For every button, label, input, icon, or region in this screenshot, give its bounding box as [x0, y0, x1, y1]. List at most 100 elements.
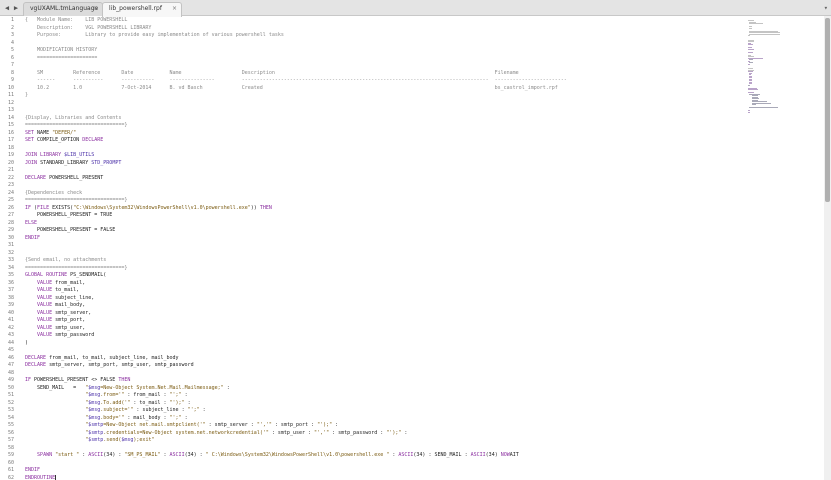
code-line: ENDROUTINE — [25, 474, 57, 480]
code-token: "DEFER/" — [52, 129, 77, 136]
code-line: ELSE — [25, 220, 37, 228]
tab-lib-powershell-rpf[interactable]: lib_powershell.rpf × — [102, 2, 182, 17]
code-line: VALUE mail_body, — [25, 302, 85, 310]
code-token: THEN — [259, 204, 272, 211]
tab-close-icon[interactable]: × — [172, 3, 177, 15]
line-number: 34 — [7, 264, 14, 271]
code-token: : smtp_password : — [329, 429, 387, 436]
line-number: 58 — [7, 444, 14, 451]
line-number: 31 — [7, 242, 14, 248]
line-number: 54 — [7, 414, 14, 421]
tab-list-dropdown-icon[interactable]: ▾ — [824, 2, 828, 14]
code-token: "');" — [317, 422, 333, 428]
code-token: EXISTS( — [52, 204, 74, 211]
code-line: =================================} — [25, 265, 127, 273]
code-token: $msg — [88, 399, 101, 406]
code-token: ENDIF — [25, 234, 41, 241]
code-line: ENDIF — [25, 235, 40, 243]
line-number: 55 — [7, 422, 14, 428]
code-token: JOIN LIBRARY — [25, 152, 65, 158]
code-token: ==================== — [25, 54, 98, 61]
code-token: from_mail, — [55, 279, 86, 286]
code-token: VALUE — [25, 324, 56, 331]
code-token: : smtp_server : — [205, 422, 257, 428]
code-token: DECLARE — [25, 354, 50, 361]
code-token: GLOBAL ROUTINE — [25, 272, 71, 278]
code-token: : — [223, 384, 230, 391]
minimap-line — [748, 63, 750, 65]
line-number: 8 — [10, 69, 14, 76]
code-token: 10.2 1.0 7-Oct-2014 B. vd Basch Created … — [25, 84, 558, 91]
code-token: "';" — [169, 414, 182, 421]
code-line: ) — [25, 340, 28, 348]
code-token: {Dependencies check — [25, 189, 83, 196]
line-number: 29 — [7, 227, 14, 233]
code-token: " C:\Windows\System32\WindowsPowerShell\… — [205, 452, 390, 458]
code-token: : — [199, 407, 206, 413]
code-token: to_mail, — [55, 287, 80, 293]
code-editor[interactable]: 1 2 3 4 5 6 7 8 9 10 11 12 13 14 15 16 17 18 19 20 21 22 23 24 2… — [0, 16, 745, 480]
minimap-line — [748, 51, 753, 53]
code-token: MODIFICATION HISTORY — [25, 47, 98, 53]
code-token: smtp_server, smtp_port, smtp_user, smtp_… — [49, 362, 194, 368]
code-token: } — [25, 92, 29, 98]
line-number: 56 — [7, 429, 14, 436]
code-token: : — [332, 422, 339, 428]
line-number: 25 — [7, 197, 14, 203]
code-token: .send( — [103, 437, 122, 443]
minimap-line — [748, 111, 750, 113]
code-line: IF POWERSHELL_PRESENT <> FALSE THEN — [25, 377, 130, 385]
code-token: NOW — [500, 452, 510, 458]
line-number: 42 — [7, 324, 14, 331]
minimap-line — [748, 48, 754, 50]
line-number: 3 — [10, 32, 14, 38]
line-number: 6 — [10, 54, 14, 61]
scrollbar-thumb[interactable] — [825, 18, 830, 202]
code-token: : — [401, 429, 408, 436]
tab-vguxaml-tmlanguage[interactable]: vgUXAML.tmLanguage × — [23, 2, 103, 16]
vertical-scrollbar[interactable] — [824, 16, 831, 480]
code-token: SEND_MAIL = — [25, 384, 86, 391]
tab-forward-arrow-icon[interactable]: ▶ — [12, 2, 20, 14]
minimap[interactable] — [748, 16, 822, 480]
code-token: PS_SENDMAIL( — [70, 272, 107, 278]
code-line: Description: VGL POWERSHELL LIBRARY — [25, 25, 151, 33]
minimap-line — [751, 104, 756, 105]
minimap-line — [748, 23, 764, 24]
code-token: ASCII — [88, 452, 104, 458]
code-token: "');" — [386, 429, 402, 436]
code-line: JOIN LIBRARY $LIB_UTILS — [25, 152, 94, 160]
code-token: =================================} — [25, 122, 128, 128]
code-token: POWERSHELL_PRESENT = FALSE — [25, 227, 116, 233]
code-token: =================================} — [25, 197, 128, 203]
code-area[interactable]: { Module Name: LIB POWERSHELL Descriptio… — [25, 16, 745, 480]
code-token: "';" — [169, 392, 182, 398]
code-token: .To.add('" — [100, 399, 131, 406]
code-token: IF — [25, 204, 35, 211]
code-token: : subject_line : — [133, 407, 188, 413]
code-token: smtp_password — [55, 332, 95, 338]
line-number: 22 — [7, 174, 14, 181]
code-line: 10.2 1.0 7-Oct-2014 B. vd Basch Created … — [25, 85, 558, 93]
code-token: { Module Name: LIB POWERSHELL — [25, 17, 128, 23]
tab-close-icon[interactable]: × — [93, 3, 98, 15]
code-token: STANDARD_LIBRARY — [40, 159, 92, 166]
code-token: "C:\Windows\System32\WindowsPowerShell\v… — [73, 204, 251, 211]
code-line: "$msg.To.add('" : to_mail : "');" : — [25, 399, 190, 408]
code-line: SET COMPILE_OPTION DECLARE — [25, 137, 103, 145]
code-token: Purpose: Library to provide easy impleme… — [25, 32, 284, 38]
line-number: 45 — [7, 347, 14, 353]
code-token: =================================} — [25, 264, 128, 271]
minimap-line — [748, 33, 780, 35]
code-token: : — [181, 414, 188, 421]
code-token: "SM_PS_MAIL" — [124, 452, 161, 458]
code-token: from_mail, to_mail, subject_line, mail_b… — [49, 354, 179, 361]
code-token: VALUE — [25, 302, 56, 308]
tab-back-arrow-icon[interactable]: ◀ — [3, 2, 11, 14]
code-token: : smtp_port : — [271, 422, 318, 428]
code-token: VALUE — [25, 287, 56, 293]
code-token: $smtp — [88, 422, 104, 428]
